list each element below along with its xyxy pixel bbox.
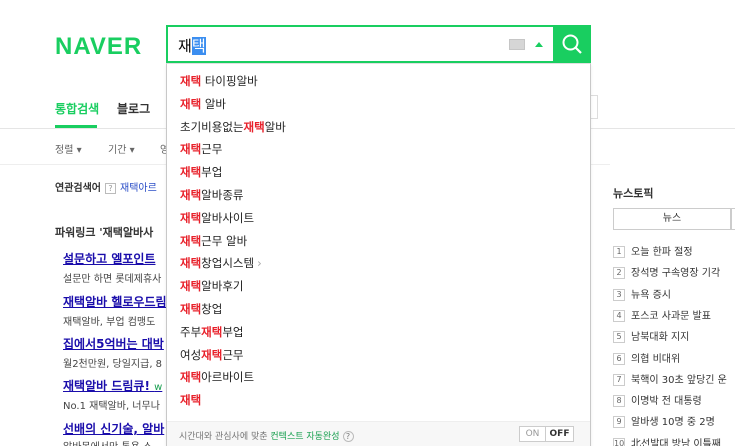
rank-number: 5 [613, 331, 625, 344]
news-topic-item[interactable]: 6 의협 비대위 [613, 350, 680, 365]
keyboard-icon[interactable] [509, 39, 525, 50]
ad-title[interactable]: 선배의 신기술, 알바 [63, 420, 164, 437]
autocomplete-suggestion[interactable]: 재택창업 [180, 301, 222, 317]
tab-next[interactable] [731, 208, 735, 230]
rank-number: 2 [613, 267, 625, 280]
autocomplete-suggestion[interactable]: 여성재택근무 [180, 347, 244, 363]
news-topic-item[interactable]: 10 北선발대 방남 이틀째 [613, 435, 721, 446]
autocomplete-off-button[interactable]: OFF [545, 426, 574, 442]
rank-number: 4 [613, 309, 625, 322]
autocomplete-suggestion[interactable]: 재택알바종류 [180, 187, 244, 203]
power-link-title: 파워링크 '재택알바사 [55, 226, 154, 239]
autocomplete-suggestion[interactable]: 주부재택부업 [180, 324, 244, 340]
autocomplete-footer: 시간대와 관심사에 맞춘 컨텍스트 자동완성? ON OFF [167, 421, 590, 446]
related-searches: 연관검색어? 재택아르 [55, 179, 157, 194]
help-icon[interactable]: ? [105, 183, 116, 194]
rank-number: 1 [613, 246, 625, 258]
autocomplete-suggestion[interactable]: 재택 알바 [180, 96, 226, 112]
autocomplete-suggestion[interactable]: 재택근무 알바 [180, 233, 247, 249]
search-query-text: 재택 [178, 37, 206, 55]
autocomplete-suggestion[interactable]: 재택알바후기 [180, 278, 244, 294]
tab-blog[interactable]: 블로그 [117, 100, 150, 117]
autocomplete-suggestion[interactable]: 초기비용없는재택알바 [180, 119, 286, 135]
news-topic-item[interactable]: 8 이명박 전 대통령 [613, 392, 702, 408]
autocomplete-on-button[interactable]: ON [519, 426, 546, 442]
autocomplete-toggle-arrow-icon[interactable] [535, 42, 543, 47]
news-topic-item[interactable]: 5 남북대화 지지 [613, 328, 689, 344]
news-topic-item[interactable]: 3 뉴욕 증시 [613, 286, 671, 301]
rank-number: 7 [613, 373, 625, 386]
rank-number: 6 [613, 352, 625, 365]
autocomplete-suggestion[interactable]: 재택아르바이트 [180, 369, 254, 385]
news-topic-item[interactable]: 4 포스코 사과문 발표 [613, 307, 711, 322]
ad-title[interactable]: 설문하고 엘포인트 [63, 250, 156, 267]
chevron-right-icon: › [257, 256, 262, 271]
autocomplete-suggestion[interactable]: 재택근무 [180, 141, 222, 157]
related-keyword[interactable]: 재택아르 [120, 183, 157, 194]
tab-integrated-search[interactable]: 통합검색 [55, 100, 99, 117]
related-label: 연관검색어 [55, 183, 101, 194]
ad-description: 월2천만원, 당일지급, 8 [63, 359, 163, 370]
ad-description: 설문만 하면 롯데제휴사 [63, 274, 162, 285]
news-topic-title: 뉴스토픽 [613, 187, 654, 200]
rank-number: 3 [613, 288, 625, 301]
help-icon[interactable]: ? [342, 431, 354, 442]
news-topic-item[interactable]: 1 오늘 한파 절정 [613, 243, 693, 258]
news-topic-item[interactable]: 9 알바생 10명 중 2명 [613, 413, 715, 429]
naver-logo[interactable]: NAVER [55, 33, 142, 61]
autocomplete-dropdown: 재택 타이핑알바재택 알바초기비용없는재택알바재택근무재택부업재택알바종류재택알… [166, 63, 591, 446]
rank-number: 9 [613, 416, 625, 429]
search-icon [562, 34, 582, 54]
ad-title[interactable]: 집에서5억버는 대박 [63, 335, 164, 352]
autocomplete-suggestion[interactable]: 재택 타이핑알바 [180, 73, 258, 89]
ad-description: 재택알바, 부업 컴맹도 [63, 317, 156, 328]
context-autocomplete-notice: 시간대와 관심사에 맞춘 컨텍스트 자동완성? [179, 429, 354, 442]
period-filter[interactable]: 기간 ▾ [108, 141, 135, 156]
tab-news[interactable]: 뉴스 [613, 208, 731, 230]
rank-number: 10 [613, 437, 625, 446]
ad-title[interactable]: 재택알바 드림큐! w [63, 377, 162, 394]
news-topic-item[interactable]: 2 장석명 구속영장 기각 [613, 264, 720, 280]
rank-number: 8 [613, 395, 625, 408]
autocomplete-suggestion[interactable]: 재택알바사이트 [180, 210, 254, 226]
news-topic-item[interactable]: 7 북핵이 30초 앞당긴 운 [613, 371, 727, 386]
ad-title[interactable]: 재택알바 헬로우드림 [63, 293, 167, 310]
search-input[interactable]: 재택 [166, 25, 553, 63]
sort-filter[interactable]: 정렬 ▾ [55, 141, 82, 156]
ad-description: No.1 재택알바, 너무나 [63, 401, 160, 412]
autocomplete-suggestion[interactable]: 재택 [180, 392, 201, 408]
autocomplete-suggestion[interactable]: 재택창업시스템 › [180, 255, 262, 271]
autocomplete-suggestion[interactable]: 재택부업 [180, 164, 222, 180]
search-button[interactable] [553, 25, 591, 63]
ad-description: 알바몬에서만 통용 스 [63, 438, 152, 446]
